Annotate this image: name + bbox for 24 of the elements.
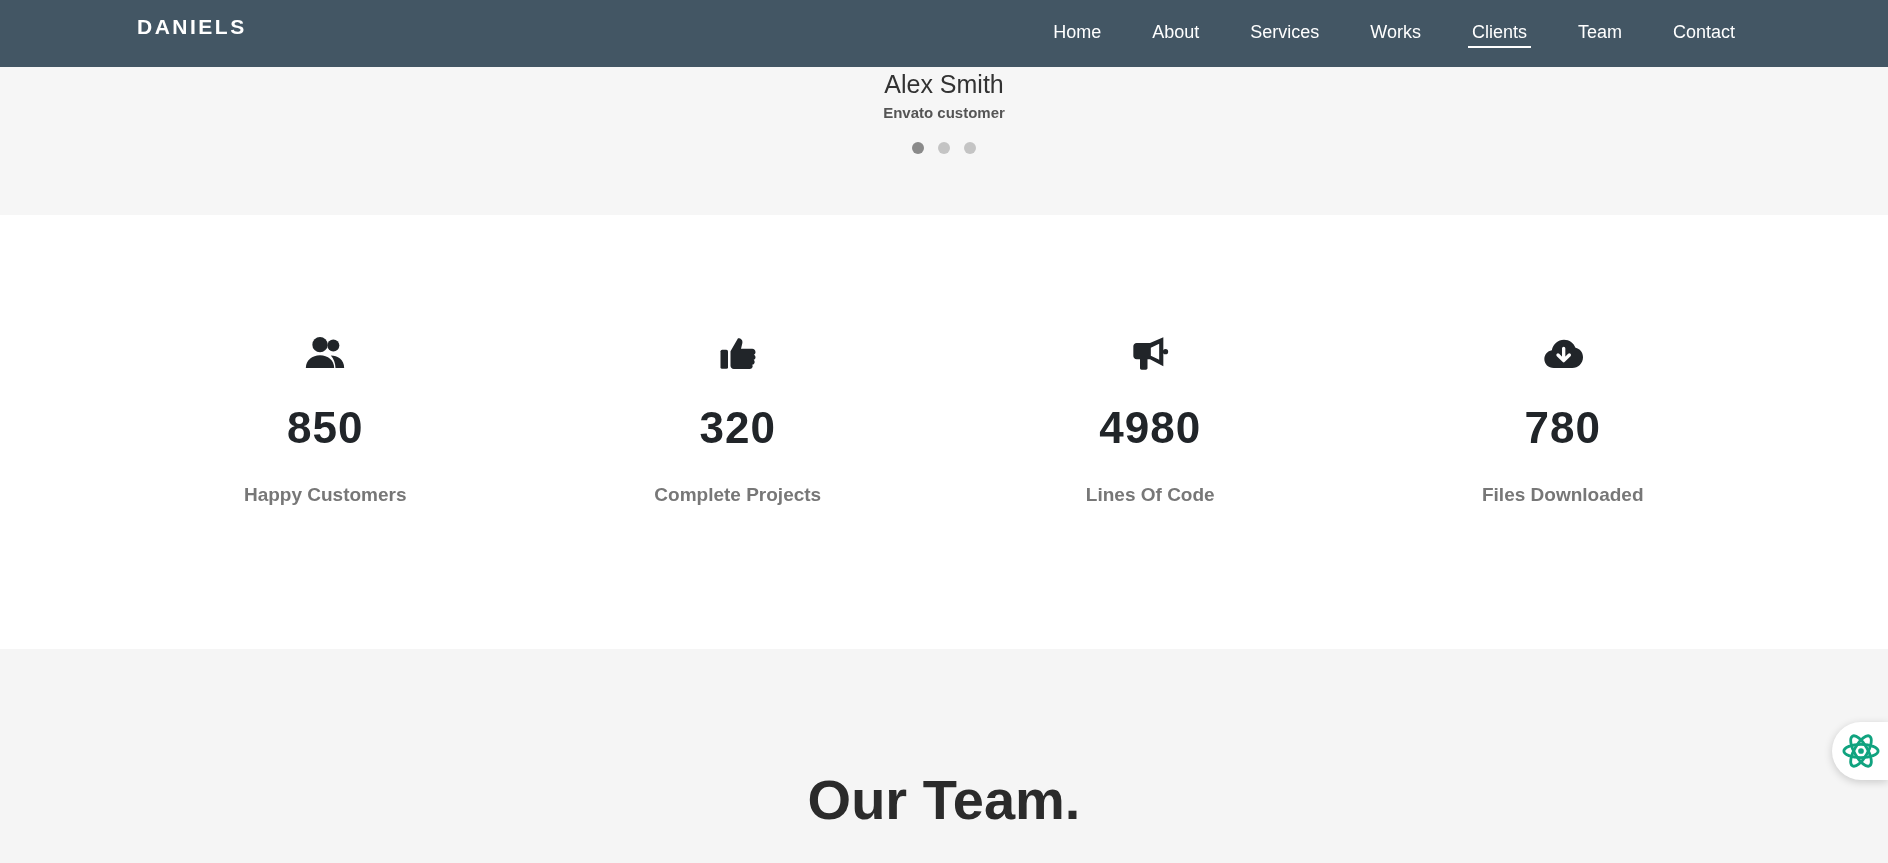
stat-label: Complete Projects — [654, 483, 822, 506]
stat-label: Lines Of Code — [1085, 483, 1215, 506]
floating-widget-button[interactable] — [1832, 722, 1888, 780]
nav-link[interactable]: Works — [1366, 19, 1425, 48]
nav-link[interactable]: Services — [1246, 19, 1324, 48]
carousel-dot[interactable] — [938, 142, 950, 154]
brand-logo-text[interactable]: DANIELS — [119, 0, 247, 41]
carousel-dot[interactable] — [964, 142, 976, 154]
client-name: Alex Smith — [883, 70, 1005, 99]
stat-number: 320 — [699, 402, 776, 454]
stat-number: 4980 — [1099, 402, 1202, 454]
nav-link[interactable]: Clients — [1467, 19, 1531, 48]
carousel-dot[interactable] — [912, 142, 924, 154]
section-heading: Our Team. — [806, 767, 1082, 833]
stat-label: Files Downloaded — [1482, 483, 1644, 506]
stat-number: 780 — [1524, 402, 1601, 454]
stat-number: 850 — [287, 402, 364, 454]
nav-link[interactable]: Contact — [1668, 19, 1739, 48]
nav-link[interactable]: Home — [1049, 19, 1106, 48]
nav-link[interactable]: Team — [1573, 19, 1626, 48]
stat-label: Happy Customers — [243, 483, 407, 506]
nav-link[interactable]: About — [1148, 19, 1204, 48]
client-role: Envato customer — [882, 104, 1006, 122]
atom-icon — [1842, 732, 1880, 770]
